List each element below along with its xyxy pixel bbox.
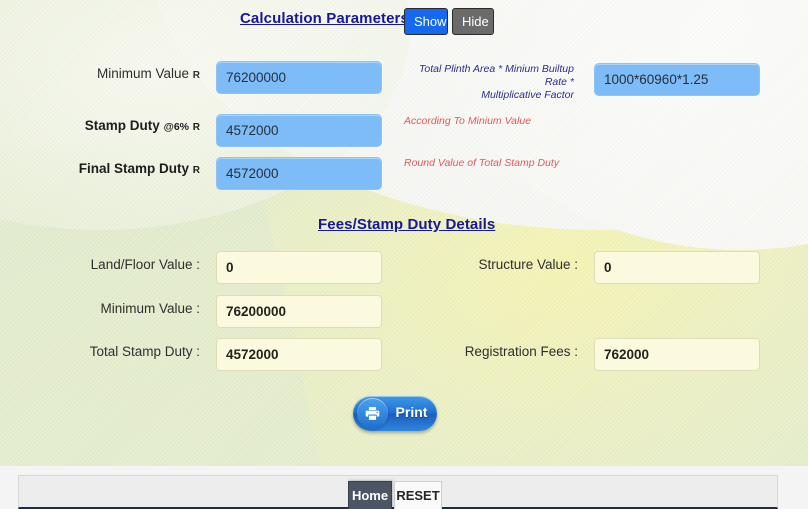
structure-value-input[interactable] [594,251,760,284]
label-minimum-value: Minimum Value R [40,66,200,81]
label-final-stamp-duty-text: Final Stamp Duty [79,161,189,176]
minimum-value-fees-input[interactable] [216,295,382,328]
label-land-floor-value: Land/Floor Value : [40,257,200,272]
label-stamp-duty-currency: R [193,122,200,133]
label-total-stamp-duty: Total Stamp Duty : [40,344,200,359]
form-content: Calculation Parameters Show Hide Minimum… [0,0,808,466]
application-page: Calculation Parameters Show Hide Minimum… [0,0,808,509]
show-button[interactable]: Show [404,8,448,35]
label-minimum-value-fees: Minimum Value : [40,301,200,316]
total-stamp-duty-input[interactable] [216,338,382,371]
formula-expression-input[interactable] [594,63,760,96]
hint-final-stamp-duty: Round Value of Total Stamp Duty [404,157,604,170]
print-button[interactable] [353,396,437,431]
registration-fees-input[interactable] [594,338,760,371]
minimum-value-input[interactable] [216,61,382,94]
label-stamp-duty-text: Stamp Duty [85,118,160,133]
label-final-stamp-duty: Final Stamp Duty R [40,161,200,176]
tab-reset[interactable]: RESET [394,481,442,509]
label-stamp-duty: Stamp Duty @6% R [40,118,200,133]
page-title-calculation-parameters: Calculation Parameters [240,10,409,27]
page-title-fees-stamp-duty-details: Fees/Stamp Duty Details [318,216,495,233]
label-minimum-value-text: Minimum Value [97,66,189,81]
hide-button[interactable]: Hide [452,8,494,35]
tab-home[interactable]: Home [348,481,392,509]
land-floor-value-input[interactable] [216,251,382,284]
hint-minimum-value-formula: Total Plinth Area * Minium Builtup Rate … [396,63,574,102]
label-stamp-duty-rate: @6% [164,121,189,133]
label-structure-value: Structure Value : [420,257,578,272]
label-final-stamp-duty-currency: R [193,165,200,176]
hint-stamp-duty: According To Minium Value [404,115,594,128]
label-registration-fees: Registration Fees : [420,344,578,359]
stamp-duty-input[interactable] [216,114,382,147]
label-minimum-value-currency: R [193,70,200,81]
final-stamp-duty-input[interactable] [216,157,382,190]
